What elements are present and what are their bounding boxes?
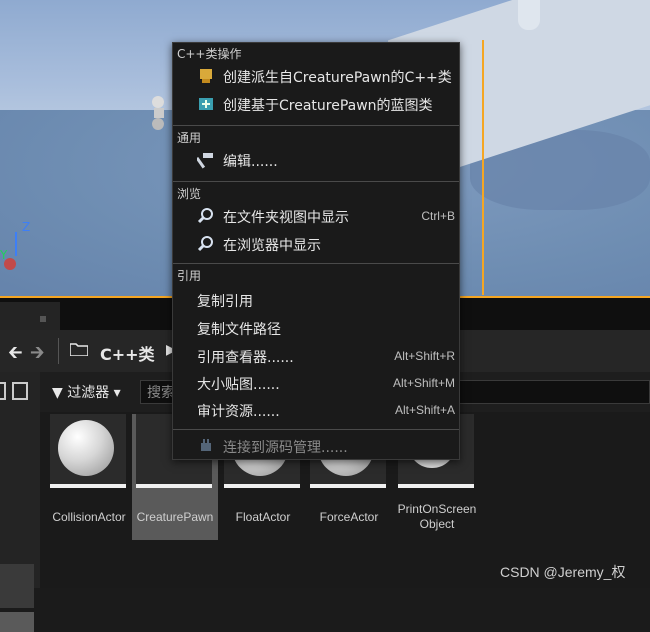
section-title-cpp: C++类操作 [177,47,242,61]
context-menu: C++类操作 创建派生自CreaturePawn的C++类 创建基于Creatu… [172,42,460,460]
toolbar-divider [58,338,59,364]
menu-item-reference-viewer[interactable]: 引用查看器...... Alt+Shift+R [173,343,459,369]
menu-item-audit-assets[interactable]: 审计资源...... Alt+Shift+A [173,397,459,423]
folder-open-icon [70,343,88,356]
menu-item-label: 创建基于CreaturePawn的蓝图类 [223,98,433,114]
section-title-browse: 浏览 [177,187,202,201]
section-title-references: 引用 [177,269,202,283]
content-browser-tab[interactable] [0,302,60,330]
section-title-common: 通用 [177,131,202,145]
menu-item-shortcut: Ctrl+B [421,209,455,223]
asset-type-bar [50,484,126,488]
gizmo-z-axis [15,232,17,256]
filter-label: 过滤器 [67,385,110,401]
forward-arrow-icon[interactable]: 🡲 [30,340,45,370]
menu-item-shortcut: Alt+Shift+M [392,376,455,390]
menu-item-label: 大小贴图...... [197,377,280,393]
menu-item-label: 创建派生自CreaturePawn的C++类 [223,70,452,86]
menu-item-copy-reference[interactable]: 复制引用 [173,287,459,313]
menu-item-show-in-folder-view[interactable]: 在文件夹视图中显示 Ctrl+B [173,203,459,229]
filter-button[interactable]: ▼ 过滤器 ▾ [52,382,121,402]
menu-item-connect-source-control: 连接到源码管理...... [173,433,459,459]
asset-type-bar [398,484,474,488]
menu-item-label: 编辑...... [223,154,278,170]
sphere-icon [58,420,114,476]
asset-label: CollisionActor [52,510,126,524]
menu-item-label: 审计资源...... [197,404,280,420]
back-arrow-icon[interactable]: 🡰 [8,340,23,370]
gizmo-z-label: Z [22,220,31,234]
menu-item-size-map[interactable]: 大小贴图...... Alt+Shift+M [173,370,459,396]
asset-label: PrintOnScreen Object [397,502,477,531]
section-divider [173,125,459,126]
asset-label: FloatActor [235,510,291,524]
menu-item-label: 在文件夹视图中显示 [223,210,349,226]
section-divider [173,181,459,182]
asset-thumbnail [50,414,126,484]
section-divider [173,263,459,264]
menu-item-create-cpp-class[interactable]: 创建派生自CreaturePawn的C++类 [173,63,459,89]
menu-item-shortcut: Alt+Shift+R [394,349,455,363]
menu-item-label: 复制文件路径 [197,322,281,338]
menu-item-label: 连接到源码管理...... [223,440,348,456]
menu-item-label: 复制引用 [197,294,253,310]
menu-item-show-in-browser[interactable]: 在浏览器中显示 [173,231,459,257]
sources-scrollbar[interactable] [0,612,34,632]
magnifier-icon [197,208,213,224]
list-view-icon[interactable] [12,382,28,400]
menu-item-shortcut: Alt+Shift+A [394,403,455,417]
asset-type-bar [136,484,212,488]
breadcrumb-path[interactable]: C++类 [100,341,155,365]
menu-item-copy-file-path[interactable]: 复制文件路径 [173,315,459,341]
tab-close-icon[interactable] [40,316,46,322]
selection-outline [462,40,484,295]
watermark: CSDN @Jeremy_权 [500,564,626,580]
menu-item-label: 在浏览器中显示 [223,238,321,254]
sources-scroll-area [0,564,34,608]
blueprint-icon [199,98,213,110]
asset-label: ForceActor [319,510,379,524]
creature-pawn-actor-icon[interactable] [148,92,170,132]
panel-edge-icon[interactable] [0,382,6,400]
gizmo-origin-icon [4,258,16,270]
asset-type-bar [224,484,300,488]
hammer-icon [197,153,213,169]
menu-item-edit[interactable]: 编辑...... [173,147,459,173]
menu-item-create-blueprint[interactable]: 创建基于CreaturePawn的蓝图类 [173,91,459,117]
menu-item-label: 引用查看器...... [197,350,294,366]
magnifier-icon [197,236,213,252]
asset-tile[interactable]: CollisionActor [50,414,128,540]
plug-icon [201,439,211,451]
sources-panel-toggle [0,372,40,632]
section-divider [173,429,459,430]
cpp-class-icon [200,69,212,83]
asset-type-bar [310,484,386,488]
scene-pillar [518,0,540,30]
asset-label: CreaturePawn [136,510,214,524]
